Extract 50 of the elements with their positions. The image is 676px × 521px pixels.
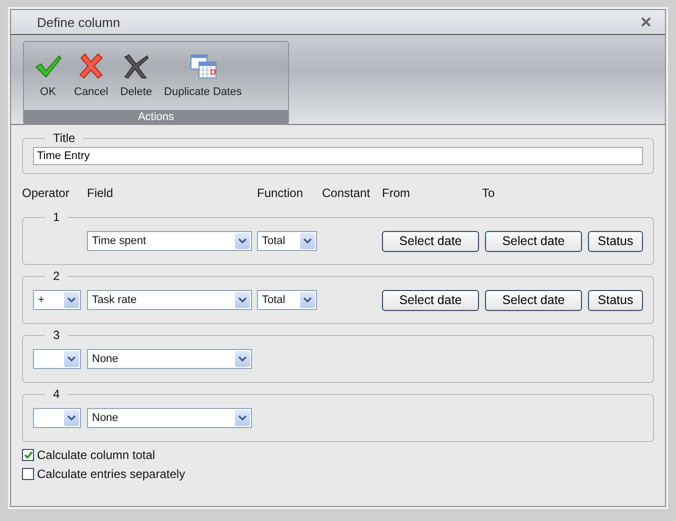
column-header: To [482, 186, 495, 200]
chevron-down-icon[interactable] [64, 410, 79, 426]
cross-icon [77, 52, 106, 80]
column-header: Constant [322, 186, 370, 200]
chevron-down-icon[interactable] [235, 410, 250, 426]
cross-icon [122, 52, 150, 80]
field-dropdown[interactable]: Time spent [87, 231, 252, 251]
group-label: Actions [24, 110, 288, 124]
group-legend: 1 [45, 210, 68, 224]
select-date-button[interactable]: Select date [382, 290, 479, 310]
function-dropdown[interactable]: Total [257, 290, 317, 310]
select-date-button[interactable]: Select date [485, 230, 582, 252]
chevron-down-icon[interactable] [64, 292, 79, 308]
ribbon-button[interactable]: Duplicate Dates [160, 50, 246, 100]
operator-dropdown[interactable] [33, 349, 81, 369]
chevron-down-icon[interactable] [300, 292, 315, 308]
chevron-down-icon[interactable] [64, 351, 79, 367]
field-dropdown[interactable]: None [87, 408, 252, 428]
column-header: Operator [22, 186, 70, 200]
checkbox-label[interactable]: Calculate entries separately [37, 467, 186, 481]
field-dropdown[interactable]: Task rate [87, 290, 252, 310]
chevron-down-icon[interactable] [235, 233, 250, 249]
checkbox[interactable] [22, 468, 34, 480]
window-title: Define column [37, 14, 120, 30]
checkbox[interactable] [22, 449, 34, 461]
column-header: Field [87, 186, 114, 200]
column-header: Function [257, 186, 304, 200]
ribbon-button[interactable]: Cancel [70, 50, 112, 100]
status-button[interactable]: Status [588, 230, 643, 252]
function-dropdown[interactable]: Total [257, 231, 317, 251]
operator-dropdown[interactable] [33, 408, 81, 428]
checkbox-label[interactable]: Calculate column total [37, 448, 156, 462]
group-legend: 4 [45, 387, 68, 401]
chevron-down-icon[interactable] [235, 351, 250, 367]
status-button[interactable]: Status [588, 290, 643, 310]
close-icon[interactable] [641, 17, 651, 27]
group-legend: Title [45, 131, 84, 145]
field-dropdown[interactable]: None [87, 349, 252, 369]
ribbon-button[interactable]: Delete [116, 50, 156, 100]
column-header: From [382, 186, 410, 200]
select-date-button[interactable]: Select date [382, 230, 479, 252]
ribbon-button[interactable]: OK [30, 50, 66, 100]
group-legend: 2 [45, 269, 68, 283]
title-field[interactable]: Time Entry [33, 147, 643, 165]
operator-dropdown[interactable]: + [33, 290, 81, 310]
calendar-icon [188, 52, 217, 80]
group-legend: 3 [45, 328, 68, 342]
chevron-down-icon[interactable] [300, 233, 315, 249]
chevron-down-icon[interactable] [235, 292, 250, 308]
select-date-button[interactable]: Select date [485, 290, 582, 310]
